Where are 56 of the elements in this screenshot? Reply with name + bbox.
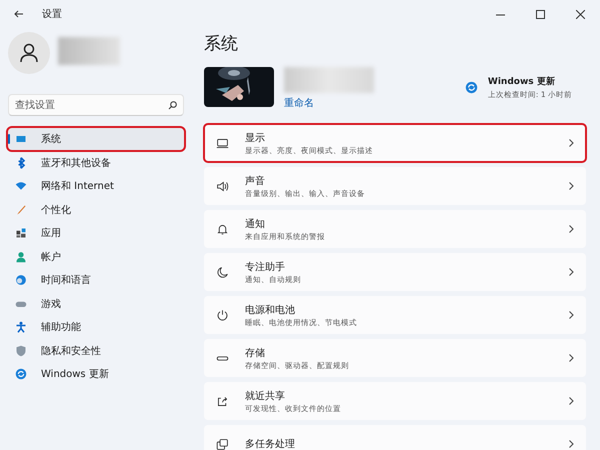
sidebar-icon [15,368,27,380]
close-icon[interactable] [576,10,584,18]
sidebar-icon [15,321,27,333]
sidebar-item[interactable]: 蓝牙和其他设备 [8,152,184,174]
setting-title: 专注助手 [245,260,286,274]
setting-icon [216,308,229,322]
setting-icon [216,136,229,150]
search-field[interactable]: 查找设置 [8,94,184,116]
sidebar-item[interactable]: 个性化 [8,198,184,220]
sidebar-item[interactable]: 隐私和安全性 [8,340,184,362]
chevron-icon [569,311,574,319]
sidebar-item[interactable]: 游戏 [8,292,184,314]
sidebar-item[interactable]: 帐户 [8,246,184,268]
sidebar-icon [15,133,27,145]
sidebar-icon [15,274,27,286]
sidebar-icon [15,204,27,216]
chevron-icon [569,139,574,147]
page-title: 系统 [204,33,239,55]
rename-link[interactable]: 重命名 [284,96,374,110]
setting-title: 就近共享 [245,390,286,402]
setting-title: 存储 [245,346,266,360]
setting-icon [216,438,229,450]
sidebar-item[interactable]: 网络和 Internet [8,175,184,197]
setting-icon [216,394,229,408]
update-icon[interactable] [464,81,478,94]
sidebar-item[interactable]: 应用 [8,222,184,244]
sidebar-item[interactable]: 时间和语言 [8,269,184,291]
sidebar-icon [15,227,27,239]
sidebar-item[interactable]: 系统 [8,128,184,150]
setting-title: 声音 [245,174,266,188]
update-title[interactable]: Windows 更新 [488,75,572,88]
setting-card[interactable]: 多任务处理 [204,425,586,450]
chevron-icon [569,225,574,233]
setting-title: 电源和电池 [245,304,296,316]
sidebar-item[interactable]: Windows 更新 [8,363,184,385]
back-icon[interactable] [14,10,24,18]
setting-icon [216,222,229,236]
sidebar-icon [15,180,27,192]
sidebar-item[interactable]: 辅助功能 [8,316,184,338]
setting-icon [216,266,229,278]
setting-title: 显示 [245,132,266,144]
chevron-icon [569,354,574,362]
sidebar-icon [15,250,27,262]
maximize-icon[interactable] [536,10,544,18]
setting-icon [216,180,229,192]
chevron-icon [569,268,574,276]
setting-title: 多任务处理 [245,438,295,450]
sidebar-icon [15,344,27,356]
window-title: 设置 [42,8,62,21]
chevron-icon [569,440,574,448]
chevron-icon [569,397,574,405]
search-icon[interactable] [168,101,177,110]
avatar [8,32,50,74]
blurred-account-name [58,37,120,65]
chevron-icon [569,182,574,190]
setting-title: 通知 [245,218,266,230]
